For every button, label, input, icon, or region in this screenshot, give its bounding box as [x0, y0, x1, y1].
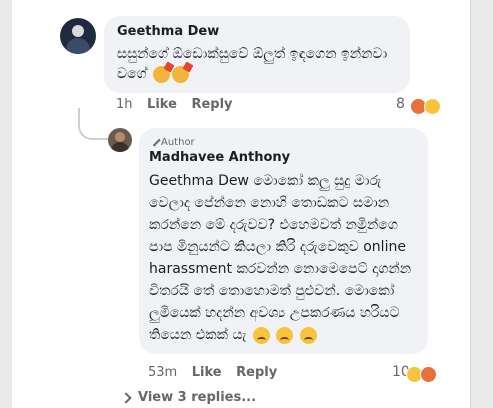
- comment-bubble: Geethma Dew සසුන්ගේ ඕඩොක්සුවේ ඕලුත් ඉඳගෙ…: [104, 16, 410, 93]
- reaction-icons[interactable]: [410, 96, 441, 115]
- thread-connector: [78, 108, 110, 140]
- author-badge: Author: [146, 132, 195, 148]
- screen-frame-left: [0, 0, 12, 408]
- angry-reaction-icon: [420, 366, 437, 383]
- comment-timestamp[interactable]: 1h: [116, 97, 133, 112]
- screen-frame-right: [470, 0, 493, 408]
- partying-face-icon: [172, 65, 190, 83]
- comment-actions: 1h Like Reply: [116, 97, 243, 112]
- haha-reaction-icon: [424, 98, 441, 115]
- view-replies-link[interactable]: View 3 replies...: [138, 390, 256, 405]
- sad-face-icon: [299, 326, 317, 344]
- reply-actions: 53m Like Reply: [148, 365, 287, 380]
- partying-face-icon: [153, 65, 171, 83]
- reaction-count[interactable]: 8: [396, 96, 405, 112]
- reply-text-body: මොකෝ කලු සුදු මාරු වෙලාද පේන්නෙ නොහි තොඩ…: [149, 173, 412, 343]
- avatar-body: [111, 142, 129, 152]
- chevron-right-icon: [120, 392, 132, 404]
- like-button[interactable]: Like: [192, 365, 222, 380]
- avatar[interactable]: [108, 128, 132, 152]
- reply-author-name[interactable]: Madhavee Anthony: [149, 150, 290, 165]
- avatar[interactable]: [60, 18, 96, 54]
- like-button[interactable]: Like: [147, 97, 177, 112]
- reply-timestamp[interactable]: 53m: [148, 365, 177, 380]
- avatar-head: [115, 132, 125, 142]
- mention-link[interactable]: Geethma Dew: [149, 173, 249, 189]
- reaction-icons[interactable]: [406, 364, 437, 383]
- pen-icon: [146, 132, 161, 147]
- sad-face-icon: [252, 326, 270, 344]
- avatar-head: [72, 25, 84, 37]
- avatar-body: [66, 38, 90, 54]
- reply-text: Geethma Dew මොකෝ කලු සුදු මාරු වෙලාද පේන…: [149, 170, 421, 346]
- reply-button[interactable]: Reply: [191, 97, 232, 112]
- sad-face-icon: [276, 326, 294, 344]
- comment-text: සසුන්ගේ ඕඩොක්සුවේ ඕලුත් ඉඳගෙන ඉන්නවා වගේ: [117, 44, 402, 84]
- reply-button[interactable]: Reply: [236, 365, 277, 380]
- comment-author-name[interactable]: Geethma Dew: [117, 24, 219, 39]
- author-badge-label: Author: [161, 137, 195, 148]
- reply-bubble: Author Madhavee Anthony Geethma Dew මොකෝ…: [139, 128, 428, 354]
